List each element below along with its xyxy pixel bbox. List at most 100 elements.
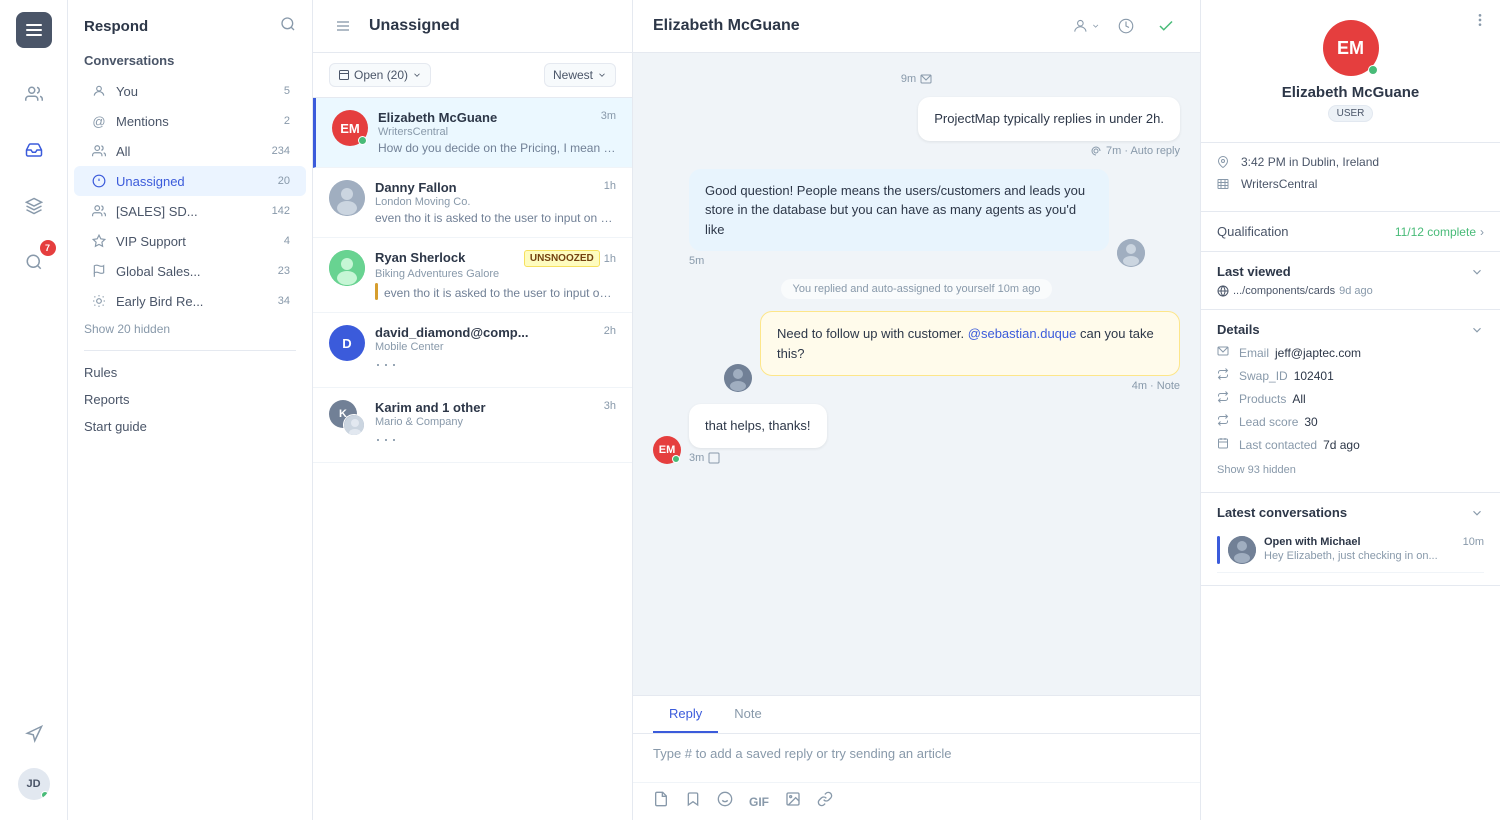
bookmark-icon[interactable] [685,791,701,812]
sidebar-you-label: You [116,84,276,99]
conv-avatar: EM [332,110,368,146]
conv-item[interactable]: Danny Fallon 1h London Moving Co. even t… [313,168,632,238]
rp-details-title: Details [1217,322,1260,337]
online-dot [358,136,367,145]
reply-input[interactable]: Type # to add a saved reply or try sendi… [633,734,1200,782]
reply-tab[interactable]: Reply [653,696,718,733]
conversations-nav-icon[interactable] [16,76,52,112]
sidebar-header: Respond [68,16,312,49]
conv-item[interactable]: K Karim and 1 other 3h Mario & Company ·… [313,388,632,463]
newest-filter-button[interactable]: Newest [544,63,616,87]
details-chevron-icon[interactable] [1470,323,1484,337]
megaphone-icon[interactable] [16,716,52,752]
at-icon: @ [90,112,108,130]
right-panel: EM Elizabeth McGuane USER 3:42 PM in Dub… [1200,0,1500,820]
menu-icon[interactable] [329,12,357,40]
agent-avatar-note [724,364,752,392]
latest-convs-chevron-icon[interactable] [1470,506,1484,520]
sidebar-divider [84,350,296,351]
rp-avatar: EM [1323,20,1379,76]
conv-list-header: Unassigned [313,0,632,53]
agent-avatar-placeholder [653,239,681,267]
sidebar-mentions-count: 2 [284,115,290,127]
conv-preview: How do you decide on the Pricing, I mean… [378,141,616,155]
msg-row-left: Good question! People means the users/cu… [653,169,1180,268]
rp-lastcontacted-label: Last contacted [1239,438,1317,452]
sidebar-item-all[interactable]: All 234 [74,136,306,166]
conv-time: 2h [604,325,616,337]
rp-last-viewed-section: Last viewed .../components/cards 9d ago [1201,252,1500,310]
rp-detail-leadscore: Lead score 30 [1217,414,1484,429]
swap-icon [1217,368,1233,383]
conv-time: 1h [604,253,616,265]
rp-qualification-section: Qualification 11/12 complete › [1201,212,1500,252]
sidebar-item-global[interactable]: Global Sales... 23 [74,256,306,286]
rocket-nav-icon[interactable] [16,188,52,224]
sidebar-item-vip[interactable]: VIP Support 4 [74,226,306,256]
rp-details-section: Details Email jeff@japtec.com Swap_ID 10… [1201,310,1500,493]
rp-show-hidden[interactable]: Show 93 hidden [1217,460,1484,480]
timer-icon[interactable] [1112,12,1140,40]
rp-local-time: 3:42 PM in Dublin, Ireland [1241,155,1379,169]
sidebar-startguide-link[interactable]: Start guide [68,413,312,440]
sidebar-search-icon[interactable] [280,16,296,37]
sidebar-earlybird-count: 34 [278,295,290,307]
sidebar-item-you[interactable]: You 5 [74,76,306,106]
conv-item[interactable]: EM Elizabeth McGuane 3m WritersCentral H… [313,98,632,168]
sidebar-item-unassigned[interactable]: Unassigned 20 [74,166,306,196]
emoji-icon[interactable] [717,791,733,812]
sidebar-item-mentions[interactable]: @ Mentions 2 [74,106,306,136]
latest-conv-top: Open with Michael 10m [1264,536,1484,548]
sidebar: Respond Conversations You 5 @ Mentions 2… [68,0,313,820]
rp-email-value: jeff@japtec.com [1275,346,1361,360]
rp-lastcontacted-value: 7d ago [1323,438,1360,452]
rp-company: WritersCentral [1241,177,1317,191]
sidebar-item-sales[interactable]: [SALES] SD... 142 [74,196,306,226]
conv-content: Danny Fallon 1h London Moving Co. even t… [375,180,616,225]
conv-time: 3h [604,400,616,412]
msg-with-avatar-customer: EM that helps, thanks! 3m [653,404,827,464]
note-tab[interactable]: Note [718,696,777,733]
msg-meta: 5m [689,255,1109,267]
open-filter-button[interactable]: Open (20) [329,63,431,87]
rp-url-text: .../components/cards [1233,285,1335,297]
chat-contact-name: Elizabeth McGuane [653,17,800,35]
unsnoozed-badge: UNSNOOZED [524,250,600,267]
rp-latest-convs-section: Latest conversations Open with Michael 1… [1201,493,1500,586]
conv-company: WritersCentral [378,126,616,138]
user-avatar[interactable]: JD [18,768,50,800]
gif-icon[interactable]: GIF [749,795,769,809]
conv-top: Karim and 1 other 3h [375,400,616,415]
conv-name: Elizabeth McGuane [378,110,497,125]
sidebar-global-label: Global Sales... [116,264,270,279]
attachment-icon[interactable] [653,791,669,812]
system-msg: You replied and auto-assigned to yoursel… [781,279,1053,299]
conv-item[interactable]: D david_diamond@comp... 2h Mobile Center… [313,313,632,388]
app-logo[interactable] [16,12,52,48]
open-filter-label: Open (20) [354,68,408,82]
search-nav-icon[interactable]: 7 [16,244,52,280]
rp-qual-row[interactable]: Qualification 11/12 complete › [1217,224,1484,239]
sidebar-item-earlybird[interactable]: Early Bird Re... 34 [74,286,306,316]
image-icon[interactable] [785,791,801,812]
rp-more-icon[interactable] [1472,12,1488,33]
link-icon[interactable] [817,791,833,812]
msg-bubble-note: Need to follow up with customer. @sebast… [760,311,1180,376]
assign-agent-button[interactable] [1072,12,1100,40]
resolve-icon[interactable] [1152,12,1180,40]
sidebar-rules-link[interactable]: Rules [68,359,312,386]
rp-swapid-value: 102401 [1294,369,1334,383]
latest-conv-name: Open with Michael [1264,536,1361,548]
newest-filter-label: Newest [553,68,593,82]
reply-tabs: Reply Note [633,696,1200,734]
inbox-nav-icon[interactable] [16,132,52,168]
conv-item[interactable]: Ryan Sherlock UNSNOOZED 1h Biking Advent… [313,238,632,313]
msg-meta-note: 4m · Note [760,380,1180,392]
sidebar-reports-link[interactable]: Reports [68,386,312,413]
latest-conv-item[interactable]: Open with Michael 10m Hey Elizabeth, jus… [1217,528,1484,573]
show-hidden-link[interactable]: Show 20 hidden [68,316,312,342]
chevron-down-icon[interactable] [1470,265,1484,279]
earlybird-icon [90,292,108,310]
sidebar-you-count: 5 [284,85,290,97]
msg-text: ProjectMap typically replies in under 2h… [934,111,1164,126]
